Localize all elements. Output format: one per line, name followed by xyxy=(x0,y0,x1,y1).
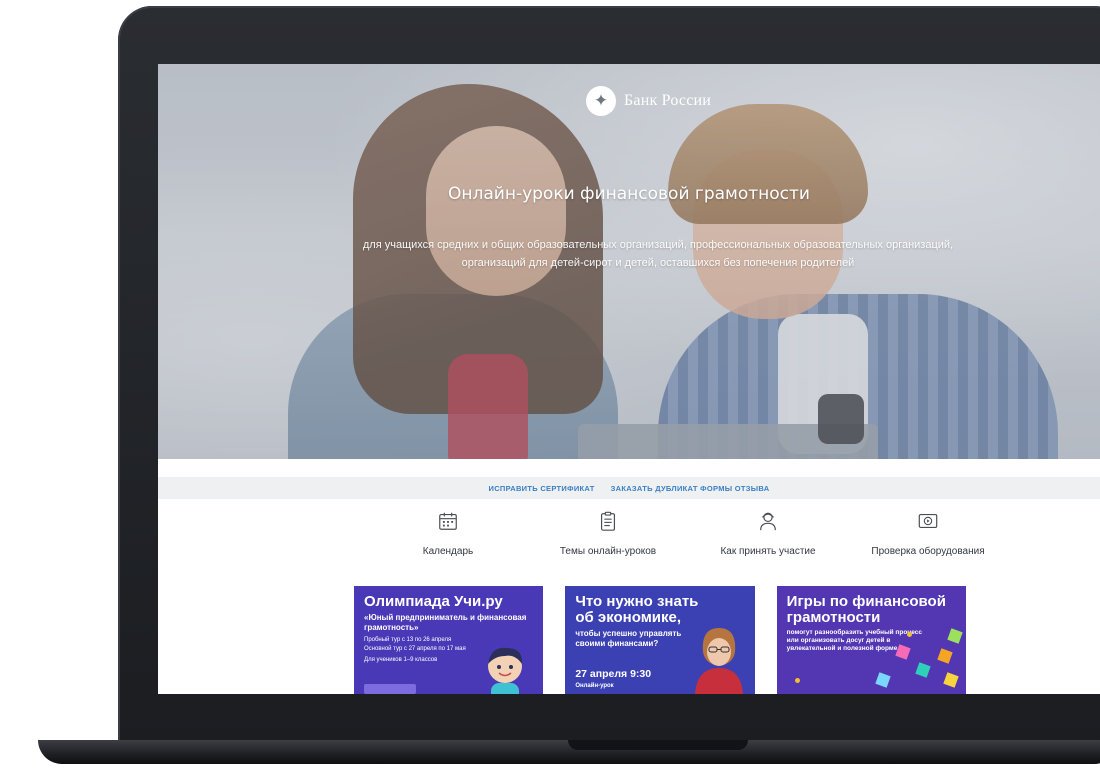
links-bar: ИСПРАВИТЬ СЕРТИФИКАТ ЗАКАЗАТЬ ДУБЛИКАТ Ф… xyxy=(158,477,1100,499)
card-subtitle: чтобы успешно управлять своими финансами… xyxy=(575,629,682,648)
feature-calendar[interactable]: Календарь xyxy=(368,504,528,574)
child-illustration-icon xyxy=(488,647,523,694)
dot-decoration-icon xyxy=(794,678,800,683)
cube-decoration-icon xyxy=(894,644,911,660)
cube-decoration-icon xyxy=(942,672,959,688)
feature-participate[interactable]: Как принять участие xyxy=(688,504,848,574)
eagle-emblem-icon: ✦ xyxy=(586,86,616,116)
feature-equipment-label: Проверка оборудования xyxy=(871,546,985,557)
cube-decoration-icon xyxy=(946,628,963,644)
feature-calendar-label: Календарь xyxy=(422,546,474,557)
card-title: Игры по финансовой грамотности xyxy=(786,593,946,626)
presenter-photo-icon xyxy=(694,628,743,694)
card-title: Олимпиада Учи.ру xyxy=(364,593,503,610)
cube-decoration-icon xyxy=(936,648,953,664)
features-row: Календарь Темы онлайн-уроков Как принять… xyxy=(368,504,1008,574)
card-subtitle: «Юный предприниматель и финансовая грамо… xyxy=(364,613,527,632)
brand-name: Банк России xyxy=(624,92,712,109)
person-icon xyxy=(760,512,776,531)
order-duplicate-link[interactable]: ЗАКАЗАТЬ ДУБЛИКАТ ФОРМЫ ОТЗЫВА xyxy=(611,484,770,493)
feature-participate-label: Как принять участие xyxy=(720,546,816,557)
fix-certificate-link[interactable]: ИСПРАВИТЬ СЕРТИФИКАТ xyxy=(489,484,595,493)
laptop-base xyxy=(38,740,1100,764)
feature-topics-label: Темы онлайн-уроков xyxy=(559,546,657,557)
promo-card-economics[interactable]: Что нужно знать об экономике, чтобы успе… xyxy=(565,586,755,694)
laptop-screen: ✦ Банк России Онлайн-уроки финансовой гр… xyxy=(158,64,1100,694)
brand-logo[interactable]: ✦ Банк России xyxy=(586,86,711,116)
hero-subtitle: для учащихся средних и общих образовател… xyxy=(362,239,954,269)
calendar-icon xyxy=(439,512,457,530)
hero-title: Онлайн-уроки финансовой грамотности xyxy=(448,184,810,204)
promo-card-games[interactable]: Игры по финансовой грамотности помогут р… xyxy=(776,586,966,694)
page: ✦ Банк России Онлайн-уроки финансовой гр… xyxy=(0,0,1100,772)
feature-equipment[interactable]: Проверка оборудования xyxy=(848,504,1008,574)
dot-decoration-icon xyxy=(906,632,912,637)
clipboard-icon xyxy=(600,511,616,531)
play-icon xyxy=(918,513,938,529)
feature-topics[interactable]: Темы онлайн-уроков xyxy=(528,504,688,574)
laptop-notch xyxy=(568,740,748,750)
promo-cards: Олимпиада Учи.ру «Юный предприниматель и… xyxy=(354,586,966,694)
card-title: Что нужно знать об экономике, xyxy=(575,593,699,626)
hero-banner: ✦ Банк России Онлайн-уроки финансовой гр… xyxy=(158,64,1100,459)
card-date: 27 апреля 9:30 xyxy=(575,668,652,680)
promo-card-olympiad[interactable]: Олимпиада Учи.ру «Юный предприниматель и… xyxy=(354,586,544,694)
card-tag: Онлайн-урок xyxy=(575,683,614,689)
cube-decoration-icon xyxy=(914,662,931,678)
card-button[interactable] xyxy=(364,684,416,694)
cube-decoration-icon xyxy=(874,672,891,688)
